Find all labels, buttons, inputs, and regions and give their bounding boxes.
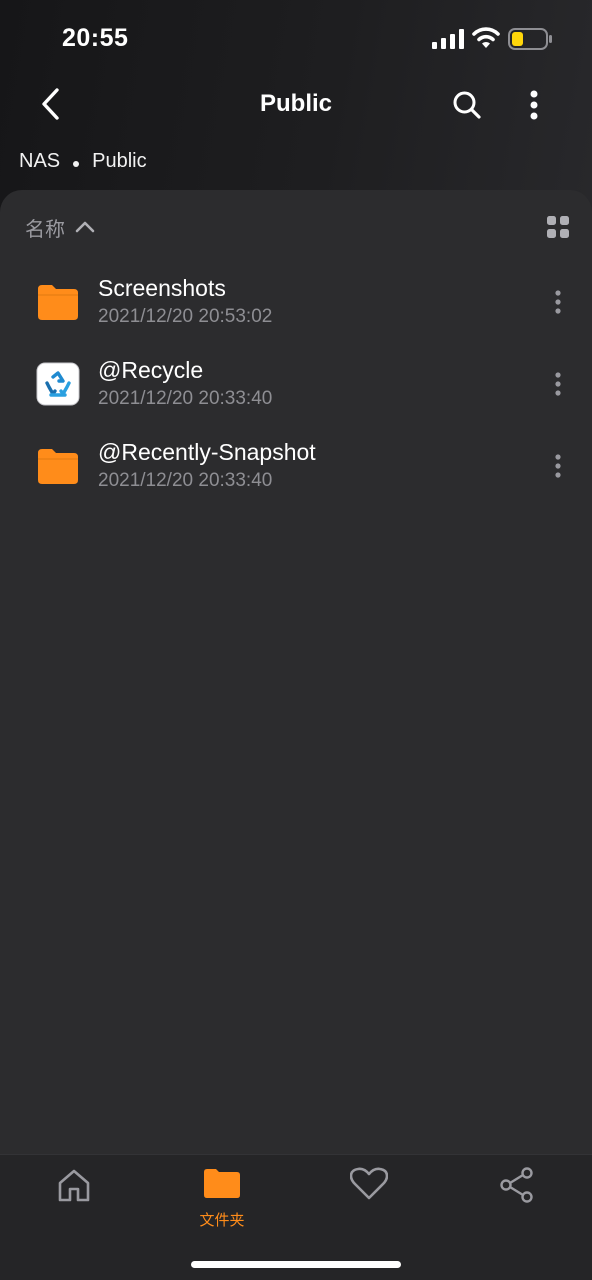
folder-icon — [38, 449, 78, 484]
share-icon — [500, 1167, 533, 1203]
breadcrumb-item-public[interactable]: Public — [92, 150, 146, 173]
file-list: Screenshots 2021/12/20 20:53:02 @Recycle… — [0, 262, 592, 508]
tab-share[interactable] — [467, 1155, 567, 1235]
wifi-icon — [472, 27, 500, 48]
recycle-bin-icon — [36, 362, 80, 406]
breadcrumb: NAS Public — [19, 148, 147, 174]
more-vertical-icon — [555, 372, 561, 396]
tab-favorites[interactable] — [319, 1155, 419, 1235]
status-time: 20:55 — [62, 24, 129, 52]
folder-icon — [38, 285, 78, 320]
tab-folders[interactable]: 文件夹 — [172, 1155, 272, 1235]
item-more-button[interactable] — [546, 364, 570, 404]
file-name: Screenshots — [98, 275, 226, 301]
page-title: Public — [259, 90, 332, 117]
folder-icon — [204, 1169, 240, 1198]
chevron-up-icon — [75, 221, 95, 233]
grid-view-icon[interactable] — [546, 215, 570, 239]
status-bar: 20:55 — [0, 0, 592, 80]
list-item-recently-snapshot[interactable]: @Recently-Snapshot 2021/12/20 20:33:40 — [0, 426, 592, 508]
cellular-signal-icon — [432, 29, 464, 49]
tab-home[interactable] — [24, 1155, 124, 1235]
tab-folders-label: 文件夹 — [199, 1212, 245, 1229]
item-more-button[interactable] — [546, 446, 570, 486]
more-options-button[interactable] — [516, 86, 552, 124]
item-more-button[interactable] — [546, 282, 570, 322]
breadcrumb-separator — [73, 161, 80, 167]
search-button[interactable] — [448, 86, 486, 124]
back-button[interactable] — [30, 84, 70, 124]
file-name: @Recently-Snapshot — [98, 439, 316, 465]
battery-icon — [508, 28, 552, 50]
more-vertical-icon — [555, 290, 561, 314]
file-date: 2021/12/20 20:53:02 — [98, 306, 273, 327]
heart-icon — [350, 1167, 388, 1200]
more-vertical-icon — [555, 454, 561, 478]
file-browser-panel: 名称 Screenshots 2021/12/20 20:53:02 @Recy… — [0, 190, 592, 1154]
home-indicator — [191, 1261, 401, 1268]
home-icon — [58, 1169, 90, 1202]
search-icon — [453, 91, 481, 119]
file-date: 2021/12/20 20:33:40 — [98, 388, 273, 409]
chevron-left-icon — [42, 88, 59, 120]
file-name: @Recycle — [98, 357, 204, 383]
list-item-recycle[interactable]: @Recycle 2021/12/20 20:33:40 — [0, 344, 592, 426]
file-date: 2021/12/20 20:33:40 — [98, 470, 273, 491]
sort-label: 名称 — [25, 218, 65, 241]
more-vertical-icon — [530, 90, 538, 120]
list-item-screenshots[interactable]: Screenshots 2021/12/20 20:53:02 — [0, 262, 592, 344]
breadcrumb-item-nas[interactable]: NAS — [19, 150, 60, 173]
sort-by-name-button[interactable]: 名称 — [25, 212, 95, 242]
